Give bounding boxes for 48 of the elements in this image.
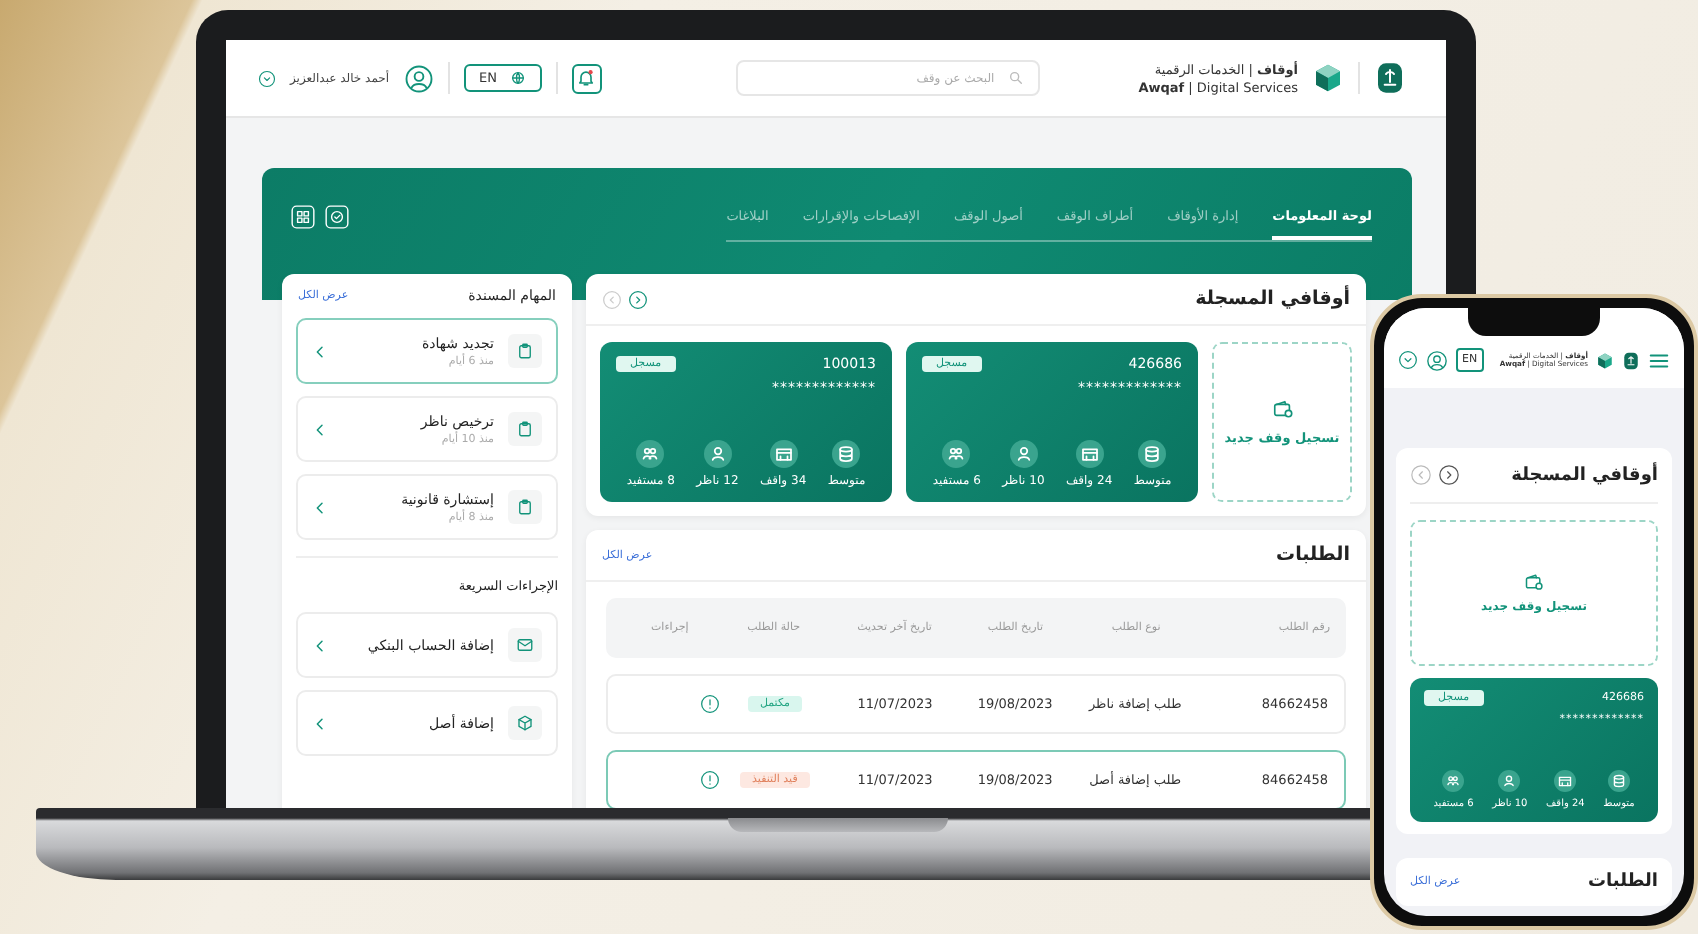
emblem-logo bbox=[1374, 60, 1406, 96]
panel-title: الطلبات bbox=[1276, 544, 1350, 566]
globe-icon bbox=[509, 70, 526, 86]
wallet-icon bbox=[1524, 572, 1544, 592]
chevron-left-icon bbox=[312, 499, 328, 515]
envelope-icon bbox=[516, 636, 534, 654]
chevron-down-icon[interactable] bbox=[1398, 350, 1418, 370]
clipboard-icon bbox=[516, 498, 534, 516]
panel-title: أوقافي المسجلة bbox=[1511, 465, 1658, 485]
search-icon bbox=[1008, 70, 1025, 86]
stack-icon bbox=[832, 440, 861, 468]
chevron-down-icon[interactable] bbox=[258, 69, 276, 87]
check-icon bbox=[324, 204, 350, 230]
chevron-left-icon bbox=[312, 715, 328, 731]
info-icon[interactable] bbox=[699, 694, 719, 714]
chevron-left-icon bbox=[312, 343, 328, 359]
chevron-left-icon bbox=[312, 637, 328, 653]
person-icon bbox=[1498, 770, 1521, 792]
grid-view-button[interactable] bbox=[290, 204, 316, 230]
user-avatar-icon[interactable] bbox=[1426, 349, 1448, 371]
user-avatar-icon[interactable] bbox=[403, 63, 434, 93]
hexagon-logo bbox=[1596, 351, 1614, 369]
check-button[interactable] bbox=[324, 204, 350, 230]
person-icon bbox=[703, 440, 732, 468]
menu-icon[interactable] bbox=[1648, 349, 1670, 371]
grid-icon bbox=[290, 204, 316, 230]
emblem-logo bbox=[1622, 349, 1640, 371]
hexagon-logo bbox=[1312, 62, 1344, 94]
building-icon bbox=[1075, 440, 1104, 468]
clipboard-icon bbox=[516, 342, 534, 360]
chevron-left-icon bbox=[312, 421, 328, 437]
person-icon bbox=[1009, 440, 1038, 468]
info-icon[interactable] bbox=[699, 770, 719, 790]
stack-icon bbox=[1608, 770, 1630, 792]
people-icon bbox=[636, 440, 665, 468]
bell-icon bbox=[576, 68, 597, 88]
people-icon bbox=[942, 440, 971, 468]
stack-icon bbox=[1138, 440, 1167, 468]
clipboard-icon bbox=[516, 420, 534, 438]
notification-button[interactable] bbox=[571, 63, 602, 93]
wallet-icon bbox=[1271, 398, 1293, 420]
phone-notch bbox=[1468, 308, 1600, 336]
cube-icon bbox=[516, 714, 534, 732]
panel-title: أوقافي المسجلة bbox=[1195, 288, 1350, 310]
people-icon bbox=[1442, 770, 1465, 792]
panel-title: الطلبات bbox=[1587, 872, 1658, 892]
building-icon bbox=[769, 440, 798, 468]
building-icon bbox=[1554, 770, 1577, 792]
